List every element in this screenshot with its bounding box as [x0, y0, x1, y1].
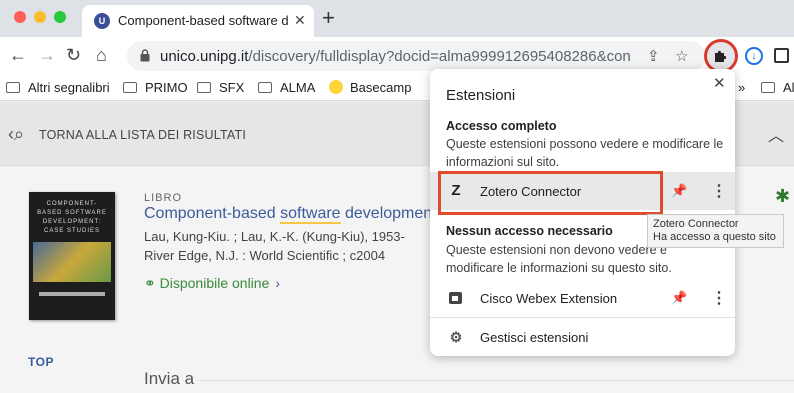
full-access-description: Queste estensioni possono vedere e modif…: [446, 137, 724, 169]
tab-strip: U Component-based software de ✕ +: [0, 0, 794, 37]
manage-extensions-label: Gestisci estensioni: [480, 330, 589, 345]
unipg-favicon-icon: U: [94, 13, 110, 29]
basecamp-icon: [329, 80, 343, 94]
extension-row-webex[interactable]: Cisco Webex Extension 📌 ⋮: [430, 279, 735, 317]
download-icon[interactable]: ↓: [745, 47, 763, 65]
forward-arrow-icon[interactable]: →: [38, 45, 56, 65]
tooltip-line-access: Ha accesso a questo sito: [653, 231, 776, 243]
folder-icon: [6, 82, 20, 93]
back-to-results-link[interactable]: TORNA ALLA LISTA DEI RISULTATI: [39, 128, 246, 142]
send-to-heading: Invia a: [144, 369, 195, 388]
full-access-heading: Accesso completo: [446, 119, 557, 133]
more-menu-icon[interactable]: ⋮: [711, 288, 727, 308]
tab-close-icon[interactable]: ✕: [294, 12, 306, 29]
extension-name: Cisco Webex Extension: [480, 291, 618, 306]
minimize-window-button[interactable]: [34, 11, 46, 23]
bookmark-basecamp[interactable]: Basecamp: [329, 80, 411, 95]
manage-extensions-row[interactable]: ⚙ Gestisci estensioni: [430, 318, 735, 356]
pin-icon[interactable]: 📌: [671, 183, 687, 199]
tab-title: Component-based software de: [118, 13, 288, 28]
annotation-highlight-box: [438, 171, 663, 215]
extensions-button[interactable]: [704, 39, 738, 73]
folder-icon: [197, 82, 211, 93]
side-panel-icon[interactable]: [774, 48, 789, 63]
book-cover-image[interactable]: COMPONENT-BASED SOFTWARE DEVELOPMENT: CA…: [29, 192, 115, 320]
link-icon: ⚭: [144, 275, 160, 291]
divider: [200, 380, 794, 381]
webex-icon: [449, 292, 462, 304]
record-title[interactable]: Component-based software developmen: [144, 205, 432, 224]
close-window-button[interactable]: [14, 11, 26, 23]
url-text[interactable]: unico.unipg.it/discovery/fulldisplay?doc…: [160, 48, 630, 65]
record-type: LIBRO: [144, 192, 183, 204]
maximize-window-button[interactable]: [54, 11, 66, 23]
record-authors: Lau, Kung-Kiu. ; Lau, K.-K. (Kung-Kiu), …: [144, 229, 405, 244]
extension-tooltip: Zotero Connector Ha accesso a questo sit…: [647, 214, 784, 248]
bookmark-al[interactable]: Al: [761, 80, 794, 95]
puzzle-icon: [715, 50, 727, 62]
folder-icon: [761, 82, 775, 93]
new-tab-button[interactable]: +: [322, 7, 335, 29]
bookmarks-overflow[interactable]: »: [738, 80, 745, 95]
pin-icon[interactable]: 📌: [671, 290, 687, 306]
book-cover-art: [33, 242, 111, 282]
bookmark-alma[interactable]: ALMA: [258, 80, 315, 95]
record-publisher: River Edge, N.J. : World Scientific ; c2…: [144, 248, 386, 263]
back-arrow-icon[interactable]: ←: [9, 45, 27, 65]
availability-link[interactable]: ⚭ Disponibile online ›: [144, 275, 280, 292]
top-link[interactable]: TOP: [28, 355, 54, 369]
lock-icon: [140, 49, 150, 62]
share-icon[interactable]: ⇪: [647, 47, 660, 65]
bookmark-sfx[interactable]: SFX: [197, 80, 244, 95]
gear-icon: ⚙: [449, 329, 463, 345]
tooltip-line-name: Zotero Connector: [653, 218, 739, 230]
folder-icon: [123, 82, 137, 93]
active-tab[interactable]: U Component-based software de ✕: [82, 5, 314, 37]
chevron-up-icon[interactable]: ︿: [768, 122, 784, 146]
folder-icon: [258, 82, 272, 93]
no-access-heading: Nessun accesso necessario: [446, 224, 613, 238]
popup-title: Estensioni: [446, 87, 516, 104]
back-search-icon[interactable]: ‹⌕: [8, 124, 24, 145]
bookmark-primo[interactable]: PRIMO: [123, 80, 188, 95]
reload-icon[interactable]: ↻: [66, 45, 81, 65]
more-menu-icon[interactable]: ⋮: [711, 181, 727, 201]
chevron-right-icon: ›: [275, 275, 281, 291]
address-bar[interactable]: unico.unipg.it/discovery/fulldisplay?doc…: [127, 41, 705, 71]
bookmark-star-icon[interactable]: ☆: [675, 47, 688, 65]
close-icon[interactable]: ✕: [713, 74, 726, 92]
partial-icon: ✱: [775, 186, 791, 206]
bookmark-altri-segnalibri[interactable]: Altri segnalibri: [6, 80, 110, 95]
book-cover-author-bar: [39, 292, 105, 296]
home-icon[interactable]: ⌂: [96, 45, 107, 65]
book-cover-text: COMPONENT-BASED SOFTWARE DEVELOPMENT: CA…: [37, 201, 107, 234]
